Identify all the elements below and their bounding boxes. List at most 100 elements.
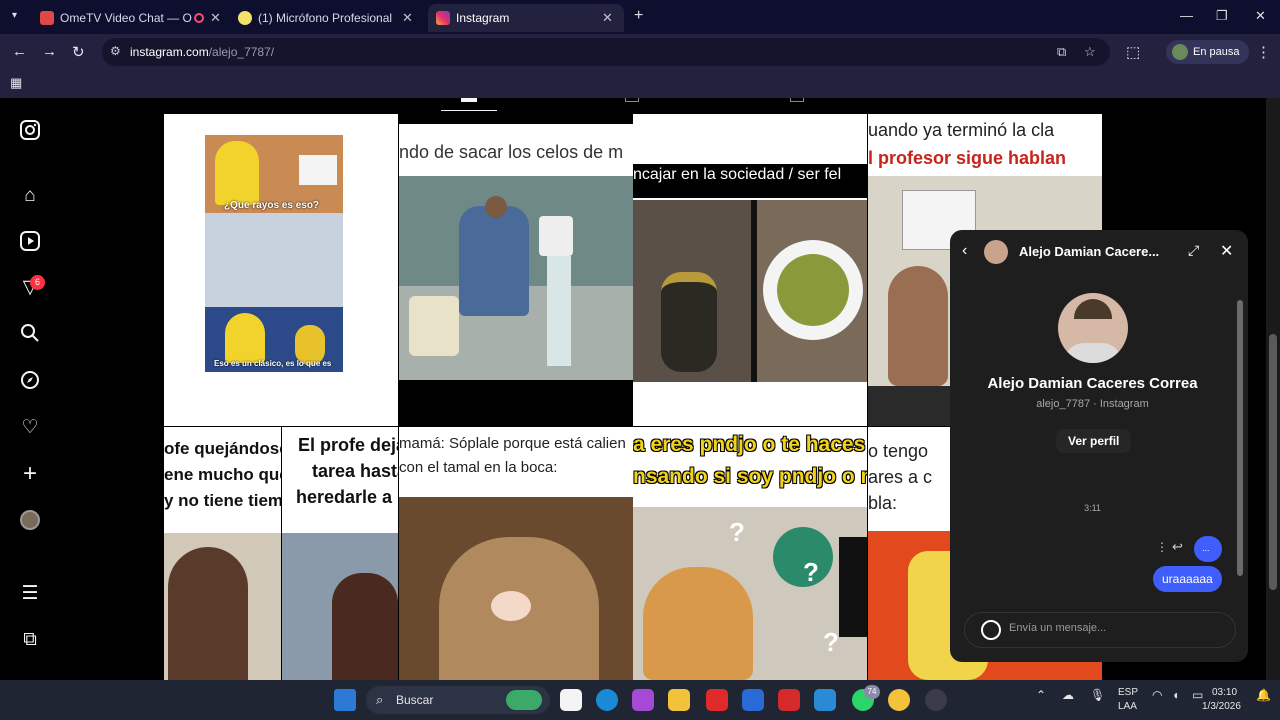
clock-time[interactable]: 03:10 [1212,687,1237,698]
edge-icon[interactable] [596,689,618,711]
language-label[interactable]: ESP [1118,687,1138,698]
close-tab-icon[interactable]: ✕ [402,10,413,26]
post-caption: ndo de sacar los celos de m [399,142,624,162]
instagram-logo-icon[interactable] [18,119,42,143]
tab-mercadolibre[interactable]: (1) Micrófono Profesional Cond ✕ [230,4,421,32]
emoji-icon[interactable] [981,620,1001,640]
post-5[interactable]: ofe quejándose ene mucho que y no tiene … [164,427,281,680]
tab-title: (1) Micrófono Profesional Cond [258,11,396,25]
message-input[interactable] [1009,622,1219,634]
reload-icon[interactable]: ↻ [72,43,85,61]
copilot-icon[interactable] [632,689,654,711]
wifi-icon[interactable]: ◠ [1152,688,1162,702]
chat-scrollbar[interactable] [1236,280,1244,596]
reels-icon[interactable] [18,230,42,254]
page-scrollbar[interactable] [1266,98,1280,680]
post-5b[interactable]: El profe deja tarea hasta heredarle a m [282,427,398,680]
heart-icon[interactable]: ♡ [18,416,42,440]
message-bubble[interactable]: uraaaaaa [1153,566,1222,592]
youtube-icon[interactable] [706,689,728,711]
tab-search-icon[interactable]: ▾ [12,10,17,21]
view-profile-button[interactable]: Ver perfil [1056,429,1132,453]
url-text: instagram.com/alejo_7787/ [130,45,274,59]
post-caption: l profesor sigue hablan [868,148,1067,168]
chrome-icon[interactable] [888,689,910,711]
create-icon[interactable]: + [18,462,42,486]
forward-icon[interactable]: → [42,43,57,60]
install-app-icon[interactable]: ⧉ [1057,44,1066,60]
tagged-tab-icon[interactable] [790,98,804,102]
meme-image [633,200,867,382]
expand-icon[interactable]: ⤢ [1188,242,1199,259]
posts-tab-icon[interactable] [461,98,477,102]
profile-avatar-icon[interactable] [18,510,42,534]
address-bar[interactable]: ⚙ instagram.com/alejo_7787/ ⧉ ☆ [102,38,1110,66]
chat-header-name[interactable]: Alejo Damian Cacere... [1019,244,1159,259]
store-icon[interactable] [742,689,764,711]
task-view-icon[interactable] [560,689,582,711]
site-info-icon[interactable]: ⚙ [110,44,121,58]
post-caption: o tengo [868,441,929,461]
obs-icon[interactable] [925,689,947,711]
profile-button[interactable]: En pausa [1166,40,1250,64]
battery-icon[interactable]: ▭ [1192,688,1203,702]
home-icon[interactable]: ⌂ [18,184,42,208]
maximize-icon[interactable]: ❐ [1216,8,1228,24]
post-2[interactable]: ndo de sacar los celos de m [399,114,633,426]
extensions-icon[interactable]: ⬚ [1126,43,1140,61]
post-3[interactable]: ncajar en la sociedad / ser fel [633,114,867,426]
close-tab-icon[interactable]: ✕ [210,10,221,26]
post-7[interactable]: a eres pndjo o te haces nsando si soy pn… [633,427,867,680]
post-caption: bla: [868,493,898,513]
windows-taskbar: ⌕ Buscar 74 ⌃ ☁ 🎙 ESP LAA ◠ ◖ ▭ 03:10 1/… [0,680,1280,720]
taskbar-search[interactable]: ⌕ Buscar [366,686,550,714]
post-6[interactable]: mamá: Sóplale porque está calien con el … [399,427,633,680]
windows-start-icon[interactable] [334,689,356,711]
post-1[interactable]: ¿Que rayos es eso? Eso es un clásico, es… [164,114,398,426]
avatar[interactable] [984,240,1008,264]
chat-panel: ‹ Alejo Damian Cacere... ⤢ ✕ Alejo Damia… [950,230,1248,662]
scrollbar-thumb[interactable] [1269,334,1277,590]
message-bubble[interactable]: ... [1194,536,1222,562]
explore-icon[interactable] [18,370,42,394]
post-caption: a eres pndjo o te haces [633,433,866,456]
post-caption: uando ya terminó la cla [868,120,1055,140]
post-caption: ene mucho que [164,465,281,484]
chat-profile-avatar[interactable] [1058,293,1128,363]
mic-icon[interactable]: 🎙 [1090,688,1105,702]
menu-icon[interactable]: ⋮ [1256,43,1271,61]
more-options-icon[interactable]: ⋮ [1156,540,1168,554]
onedrive-icon[interactable]: ☁ [1062,688,1074,702]
close-icon[interactable]: ✕ [1220,241,1233,261]
mail-icon[interactable] [814,689,836,711]
notifications-icon[interactable]: 🔔 [1256,688,1271,702]
scrollbar-thumb[interactable] [1237,300,1243,576]
apps-grid-icon[interactable]: ▦ [10,75,22,91]
back-icon[interactable]: ← [12,43,27,60]
minimize-icon[interactable]: — [1180,8,1193,23]
reply-icon[interactable]: ↩ [1172,539,1183,555]
close-window-icon[interactable]: ✕ [1255,8,1266,24]
chevron-up-icon[interactable]: ⌃ [1036,688,1046,702]
antivirus-icon[interactable] [778,689,800,711]
post-caption: ofe quejándose [164,439,281,458]
chat-input-bar[interactable] [964,612,1236,648]
volume-icon[interactable]: ◖ [1172,688,1179,702]
browser-toolbar: ← → ↻ ⚙ instagram.com/alejo_7787/ ⧉ ☆ ⬚ … [0,34,1280,70]
search-label: Buscar [396,693,434,707]
file-explorer-icon[interactable] [668,689,690,711]
ometv-icon [40,11,54,25]
threads-icon[interactable]: ⧉ [18,628,42,652]
chevron-left-icon[interactable]: ‹ [962,242,967,260]
close-tab-icon[interactable]: ✕ [602,10,613,26]
tab-instagram[interactable]: Instagram ✕ [428,4,624,32]
reels-tab-icon[interactable] [625,98,639,102]
tab-ometv[interactable]: OmeTV Video Chat — Ome ✕ [32,4,229,32]
search-icon[interactable] [18,323,42,347]
more-menu-icon[interactable]: ☰ [18,582,42,606]
clock-date[interactable]: 1/3/2026 [1202,701,1241,712]
bookmark-star-icon[interactable]: ☆ [1084,44,1096,60]
post-caption: ares a c [868,467,933,487]
new-tab-button[interactable]: + [634,7,643,25]
keyboard-label[interactable]: LAA [1118,701,1137,712]
